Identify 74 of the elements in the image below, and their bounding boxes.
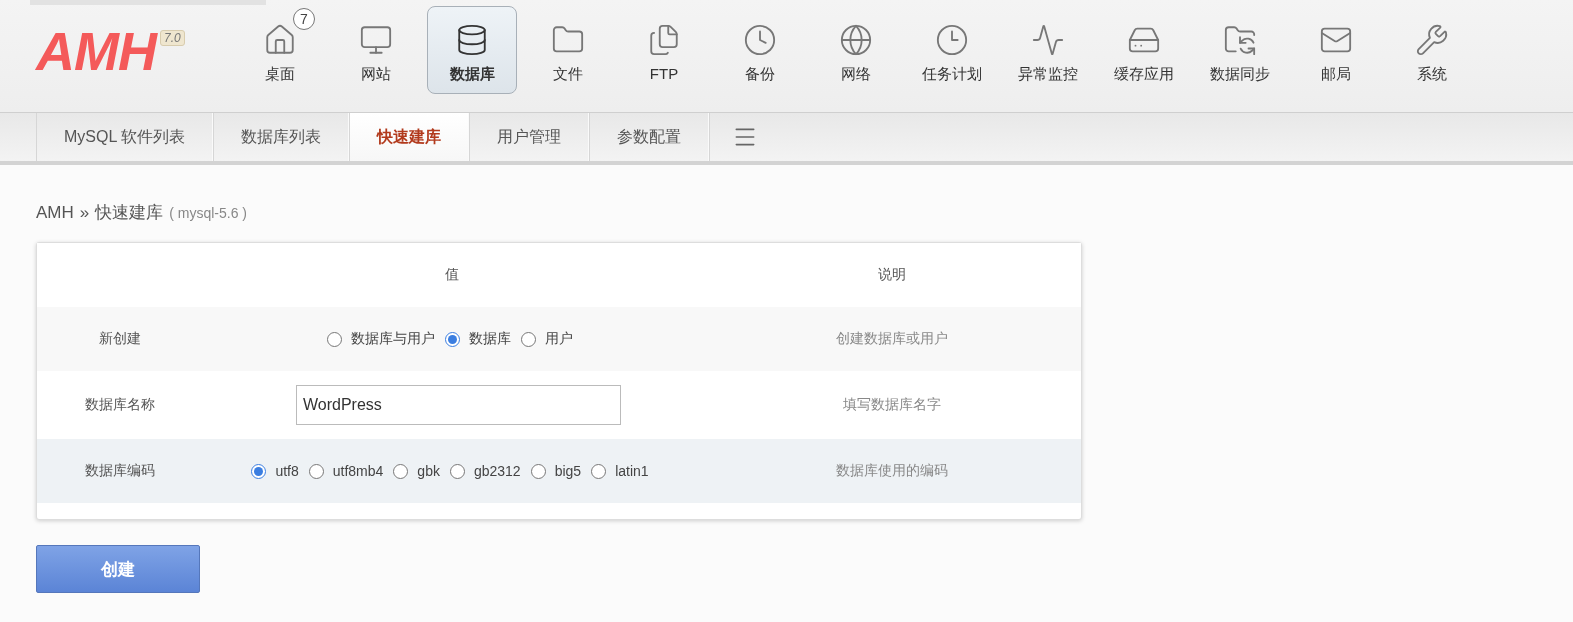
field-description: 创建数据库或用户 — [835, 330, 948, 348]
radio-button[interactable] — [521, 331, 536, 347]
nav-item[interactable]: 备份 — [715, 6, 805, 94]
nav-item[interactable]: 任务计划 — [907, 6, 997, 94]
count-badge: 7 — [293, 8, 315, 30]
column-header: 值 — [445, 266, 459, 284]
nav-item[interactable]: 邮局 — [1291, 6, 1381, 94]
breadcrumb-root[interactable]: AMH — [36, 203, 74, 223]
option-label: gbk — [417, 463, 440, 479]
nav-label: 邮局 — [1321, 65, 1351, 84]
nav-label: FTP — [649, 65, 679, 82]
nav-item[interactable]: 桌面 7 — [235, 6, 325, 94]
breadcrumb-separator: » — [79, 203, 90, 223]
radio-button[interactable] — [251, 463, 267, 479]
wrench-icon — [1415, 23, 1449, 57]
option-label: latin1 — [615, 463, 649, 479]
version-badge: 7.0 — [160, 30, 185, 46]
radio-button[interactable] — [449, 463, 465, 479]
nav-item[interactable]: 系统 — [1387, 6, 1477, 94]
option-label: utf8mb4 — [332, 463, 384, 479]
nav-label: 异常监控 — [1018, 65, 1078, 84]
sub-tab[interactable]: 快速建库 — [349, 113, 470, 161]
nav-item[interactable]: 网站 — [331, 6, 421, 94]
database-icon — [455, 23, 489, 57]
folder-sync-icon — [1223, 23, 1257, 57]
logo: AMH — [36, 28, 156, 74]
field-label: 数据库名称 — [84, 396, 155, 414]
option-label: 数据库与用户 — [351, 330, 435, 348]
field-label: 新创建 — [98, 330, 141, 348]
radio-button[interactable] — [393, 463, 409, 479]
clock-icon — [743, 23, 777, 57]
nav-item[interactable]: 缓存应用 — [1099, 6, 1189, 94]
field-description: 数据库使用的编码 — [835, 462, 948, 480]
field-label: 数据库编码 — [84, 462, 155, 480]
nav-label: 网络 — [841, 65, 871, 84]
monitor-icon — [359, 23, 393, 57]
radio-button[interactable] — [445, 331, 460, 347]
nav-label: 任务计划 — [922, 65, 982, 84]
version-note: ( mysql-5.6 ) — [169, 205, 248, 221]
nav-label: 网站 — [361, 65, 391, 84]
option-label: gb2312 — [473, 463, 521, 479]
nav-label: 文件 — [553, 65, 583, 84]
field-description: 填写数据库名字 — [842, 396, 941, 414]
nav-label: 备份 — [745, 65, 775, 84]
nav-label: 系统 — [1417, 65, 1447, 84]
activity-icon — [1031, 23, 1065, 57]
option-label: big5 — [554, 463, 582, 479]
input-field[interactable]: WordPress — [296, 385, 621, 425]
radio-button[interactable] — [308, 463, 324, 479]
nav-label: 数据库 — [449, 65, 495, 84]
radio-button[interactable] — [530, 463, 546, 479]
nav-item[interactable]: 网络 — [811, 6, 901, 94]
radio-button[interactable] — [591, 463, 607, 479]
nav-item[interactable]: 异常监控 — [1003, 6, 1093, 94]
nav-item[interactable]: 数据库 — [427, 6, 517, 94]
column-header: 说明 — [877, 266, 906, 284]
clock-icon — [935, 23, 969, 57]
nav-label: 桌面 — [265, 65, 295, 84]
sub-tab[interactable]: 参数配置 — [589, 113, 710, 161]
nav-item[interactable]: FTP — [619, 6, 709, 94]
option-label: 数据库 — [469, 330, 511, 348]
sub-tab[interactable]: 用户管理 — [469, 113, 590, 161]
radio-button[interactable] — [327, 331, 342, 347]
house-icon — [263, 23, 297, 57]
globe-icon — [839, 23, 873, 57]
nav-item[interactable]: 数据同步 — [1195, 6, 1285, 94]
option-label: utf8 — [275, 463, 299, 479]
option-label: 用户 — [545, 330, 573, 348]
nav-label: 缓存应用 — [1114, 65, 1174, 84]
nav-label: 数据同步 — [1210, 65, 1270, 84]
files-icon — [647, 23, 681, 57]
nav-item[interactable]: 文件 — [523, 6, 613, 94]
breadcrumb-page: 快速建库 — [95, 202, 164, 224]
sub-tab[interactable]: MySQL 软件列表 — [36, 113, 214, 161]
